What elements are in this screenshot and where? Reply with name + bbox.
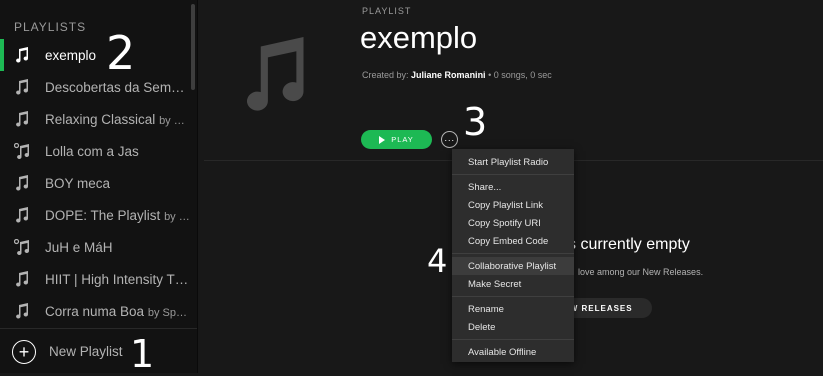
sidebar-item-juh-e-mah[interactable]: JuH e MáH <box>0 231 191 263</box>
more-icon: ··· <box>444 134 455 145</box>
new-playlist-label: New Playlist <box>49 344 123 359</box>
menu-separator <box>452 253 574 254</box>
sidebar-item-corra-numa-boa[interactable]: Corra numa Boa by Sp… <box>0 295 191 327</box>
sidebar-item-lolla[interactable]: Lolla com a Jas <box>0 135 191 167</box>
menu-item-copy-uri[interactable]: Copy Spotify URI <box>452 214 574 232</box>
menu-item-copy-embed[interactable]: Copy Embed Code <box>452 232 574 250</box>
sidebar-item-label: Lolla com a Jas <box>45 143 139 159</box>
created-by-prefix: Created by: <box>362 70 409 80</box>
context-menu: Start Playlist Radio Share... Copy Playl… <box>452 149 574 362</box>
owner-link[interactable]: Juliane Romanini <box>411 70 486 80</box>
sidebar-item-descobertas[interactable]: Descobertas da Sem… <box>0 71 191 103</box>
menu-item-make-secret[interactable]: Make Secret <box>452 275 574 293</box>
music-note-icon <box>14 302 30 320</box>
collaborative-music-icon <box>14 238 30 256</box>
sidebar-item-label: Relaxing Classical by … <box>45 111 185 127</box>
music-note-icon <box>14 110 30 128</box>
sidebar-item-exemplo[interactable]: exemplo <box>0 39 191 71</box>
sidebar-item-boy-meca[interactable]: BOY meca <box>0 167 191 199</box>
play-label: PLAY <box>391 135 414 144</box>
menu-item-available-offline[interactable]: Available Offline <box>452 343 574 361</box>
plus-icon: + <box>12 339 36 364</box>
sidebar-item-label: exemplo <box>45 47 97 63</box>
menu-item-delete[interactable]: Delete <box>452 318 574 336</box>
sidebar: PLAYLISTS exemplo Descobertas da Sem… Re… <box>0 0 198 373</box>
new-playlist-button[interactable]: + New Playlist <box>0 328 197 374</box>
empty-state-title: s currently empty <box>568 236 690 253</box>
music-note-icon <box>14 46 30 64</box>
menu-item-share[interactable]: Share... <box>452 178 574 196</box>
playlist-type-label: PLAYLIST <box>362 6 412 16</box>
sidebar-item-label: BOY meca <box>45 175 111 191</box>
annotation-4: 4 <box>427 242 448 280</box>
menu-separator <box>452 296 574 297</box>
sidebar-item-label: Corra numa Boa by Sp… <box>45 303 187 319</box>
music-note-icon <box>246 37 304 111</box>
menu-item-collaborative[interactable]: Collaborative Playlist <box>452 257 574 275</box>
sidebar-item-label: DOPE: The Playlist by … <box>45 207 190 223</box>
annotation-1: 1 <box>130 332 155 376</box>
sidebar-item-label: Descobertas da Sem… <box>45 79 185 95</box>
play-icon <box>379 135 386 144</box>
menu-separator <box>452 339 574 340</box>
sidebar-item-label: HIIT | High Intensity T… <box>45 271 189 287</box>
page-title: exemplo <box>360 20 478 55</box>
music-note-icon <box>14 174 30 192</box>
playlist-cover <box>204 0 346 150</box>
menu-item-rename[interactable]: Rename <box>452 300 574 318</box>
annotation-3: 3 <box>463 100 488 144</box>
menu-item-start-radio[interactable]: Start Playlist Radio <box>452 153 574 171</box>
sidebar-scrollbar[interactable] <box>191 4 195 90</box>
music-note-icon <box>14 78 30 96</box>
music-note-icon <box>14 270 30 288</box>
music-note-icon <box>14 206 30 224</box>
empty-state-subtitle: love among our New Releases. <box>578 267 704 277</box>
sidebar-item-hiit[interactable]: HIIT | High Intensity T… <box>0 263 191 295</box>
sidebar-item-label: JuH e MáH <box>45 239 113 255</box>
collaborative-music-icon <box>14 142 30 160</box>
sidebar-item-relaxing-classical[interactable]: Relaxing Classical by … <box>0 103 191 135</box>
more-options-button[interactable]: ··· <box>441 131 458 148</box>
playlist-stats: • 0 songs, 0 sec <box>488 70 552 80</box>
annotation-2: 2 <box>106 26 136 80</box>
sidebar-item-dope[interactable]: DOPE: The Playlist by … <box>0 199 191 231</box>
menu-item-copy-link[interactable]: Copy Playlist Link <box>452 196 574 214</box>
play-button[interactable]: PLAY <box>361 130 432 149</box>
menu-separator <box>452 174 574 175</box>
playlist-meta: Created by: Juliane Romanini • 0 songs, … <box>362 70 552 80</box>
sidebar-title: PLAYLISTS <box>14 20 87 34</box>
